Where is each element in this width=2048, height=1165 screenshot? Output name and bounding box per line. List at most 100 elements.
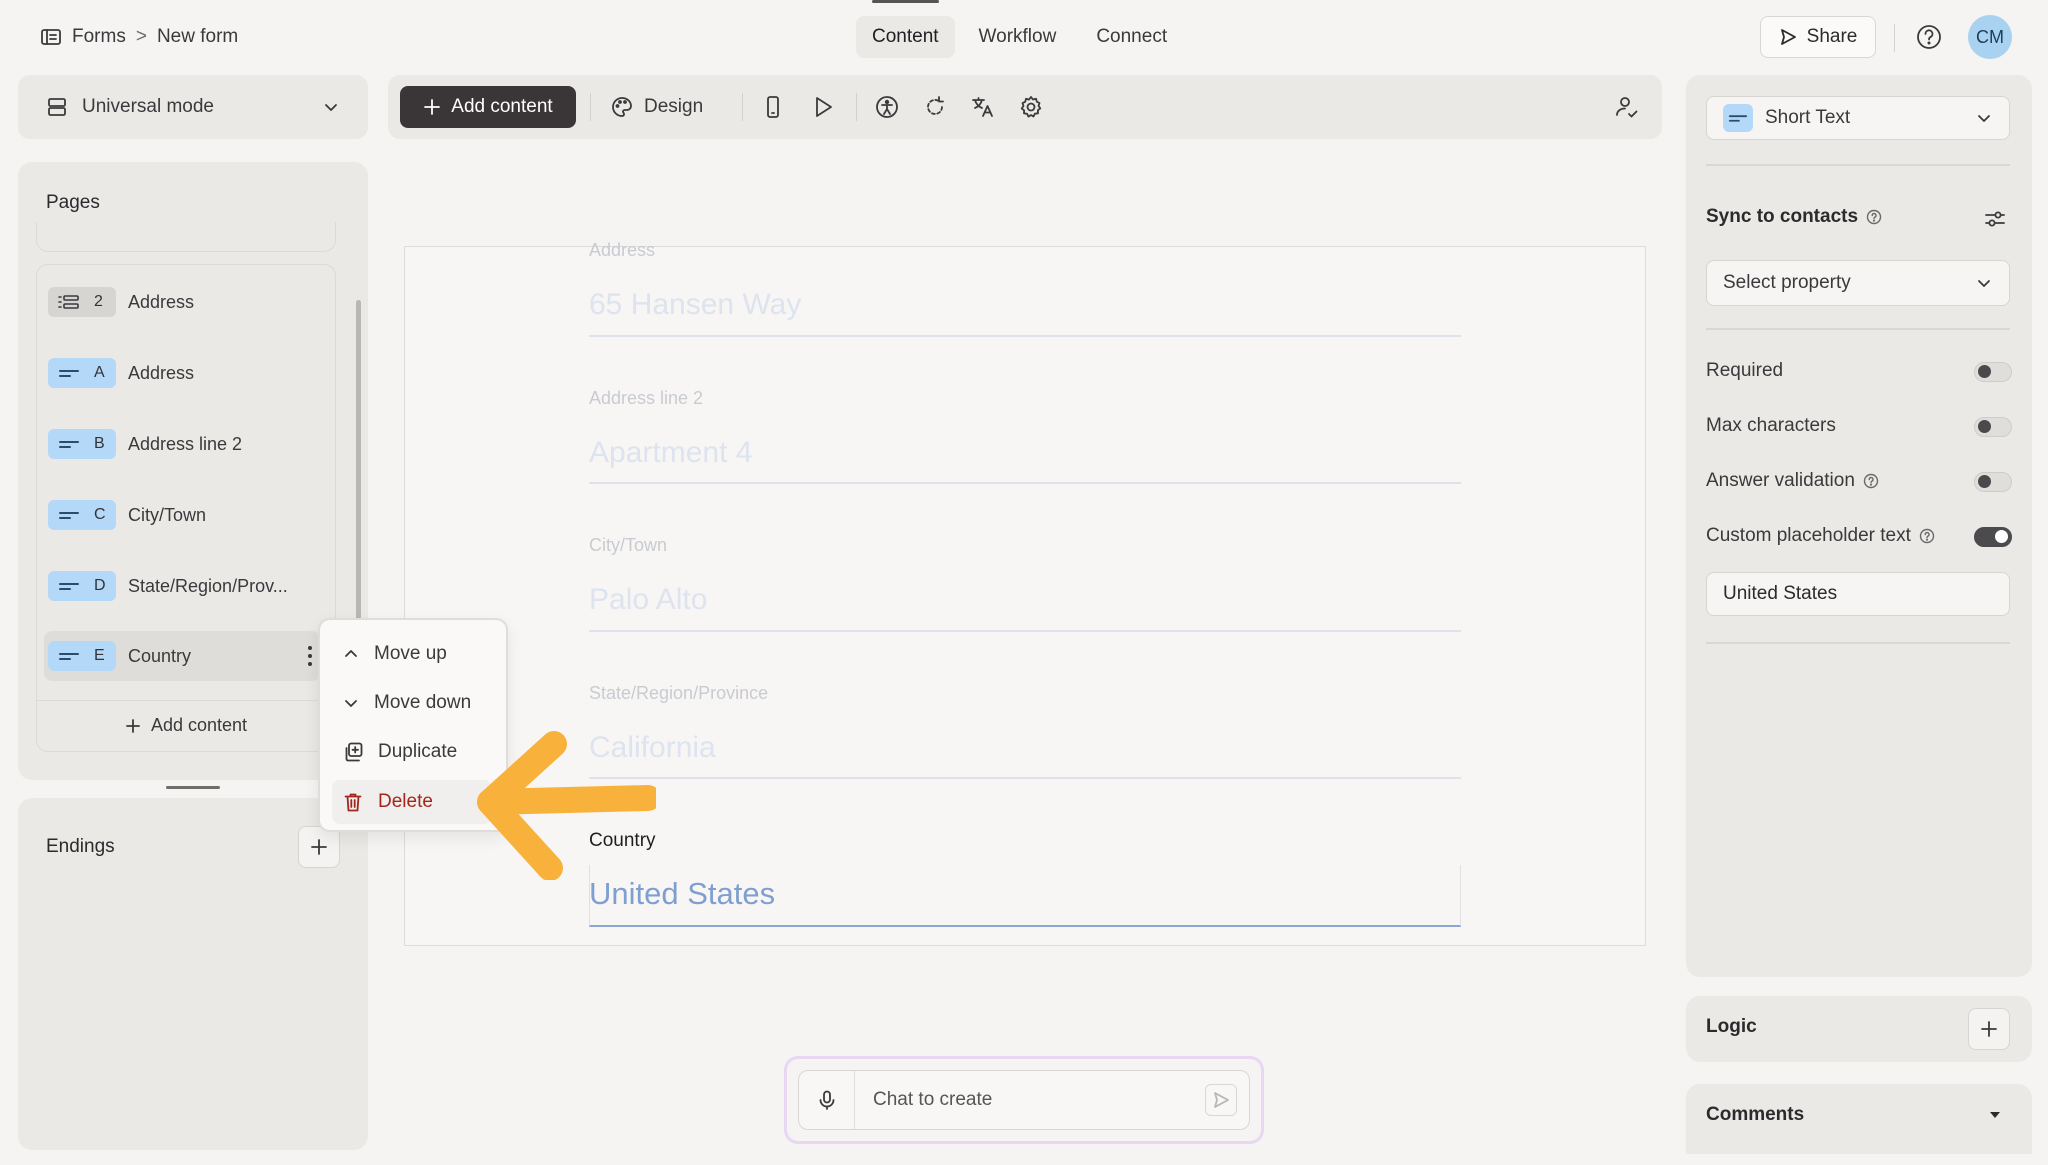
answer-validation-toggle[interactable] bbox=[1974, 472, 2012, 492]
toolbar-divider bbox=[590, 93, 591, 121]
list-item[interactable]: C City/Town bbox=[44, 490, 320, 540]
field-underline bbox=[589, 630, 1461, 632]
required-toggle[interactable] bbox=[1974, 362, 2012, 382]
short-text-badge: B bbox=[48, 429, 116, 459]
list-item[interactable]: D State/Region/Prov... bbox=[44, 561, 320, 611]
field-underline bbox=[589, 482, 1461, 484]
question-type-select[interactable]: Short Text bbox=[1706, 96, 2010, 140]
design-button[interactable]: Design bbox=[610, 86, 703, 128]
item-badge-letter: C bbox=[94, 506, 106, 523]
translate-icon[interactable] bbox=[970, 94, 996, 120]
more-options-icon[interactable] bbox=[308, 646, 314, 666]
tab-workflow[interactable]: Workflow bbox=[963, 16, 1073, 58]
field-label: City/Town bbox=[589, 535, 668, 555]
item-badge-letter: 2 bbox=[94, 293, 103, 310]
help-icon[interactable] bbox=[1863, 473, 1879, 489]
option-required: Required bbox=[1706, 360, 1783, 382]
group-icon bbox=[58, 295, 79, 309]
tab-content[interactable]: Content bbox=[856, 0, 955, 58]
select-property-label: Select property bbox=[1723, 272, 1851, 293]
help-icon[interactable] bbox=[1914, 22, 1944, 52]
placeholder-text-input[interactable] bbox=[1706, 572, 2010, 616]
header-divider bbox=[1894, 24, 1895, 52]
short-text-icon bbox=[1723, 104, 1753, 132]
field-placeholder[interactable]: 65 Hansen Way bbox=[589, 288, 801, 322]
share-label: Share bbox=[1806, 26, 1858, 47]
chevron-down-icon bbox=[345, 700, 357, 707]
option-answer-validation: Answer validation bbox=[1706, 470, 1879, 492]
menu-item-label: Move up bbox=[374, 643, 447, 664]
field-underline bbox=[589, 335, 1461, 337]
custom-placeholder-toggle[interactable] bbox=[1974, 527, 2012, 547]
short-text-icon bbox=[59, 583, 79, 590]
duplicate-icon bbox=[345, 742, 363, 762]
list-item-selected[interactable]: E Country bbox=[44, 631, 320, 681]
add-content-link[interactable]: Add content bbox=[36, 700, 336, 750]
field-label: State/Region/Province bbox=[589, 683, 769, 703]
item-label: Country bbox=[128, 645, 192, 666]
panel-resize-handle[interactable] bbox=[166, 786, 220, 789]
tab-connect[interactable]: Connect bbox=[1080, 16, 1183, 58]
divider bbox=[1706, 328, 2010, 330]
mobile-preview-icon[interactable] bbox=[760, 94, 786, 120]
country-placeholder[interactable]: United States bbox=[589, 876, 775, 912]
menu-item-label: Delete bbox=[378, 791, 433, 812]
max-characters-toggle[interactable] bbox=[1974, 417, 2012, 437]
user-access-icon[interactable] bbox=[1614, 94, 1640, 120]
chat-input[interactable] bbox=[855, 1071, 1205, 1129]
item-badge-letter: D bbox=[94, 577, 106, 594]
send-icon bbox=[1780, 29, 1796, 45]
short-text-icon bbox=[59, 512, 79, 519]
list-item[interactable]: 2 Address bbox=[44, 277, 320, 327]
add-logic-button[interactable] bbox=[1968, 1008, 2010, 1050]
avatar[interactable]: CM bbox=[1968, 15, 2012, 59]
microphone-icon[interactable] bbox=[799, 1071, 855, 1129]
settings-gear-icon[interactable] bbox=[1018, 94, 1044, 120]
forms-icon bbox=[41, 29, 61, 45]
divider bbox=[1706, 164, 2010, 166]
list-item[interactable]: A Address bbox=[44, 348, 320, 398]
help-icon[interactable] bbox=[1866, 209, 1882, 225]
field-label: Address line 2 bbox=[589, 388, 704, 408]
play-icon[interactable] bbox=[810, 94, 836, 120]
menu-item-move-up[interactable]: Move up bbox=[332, 632, 492, 676]
pages-scrollbar[interactable] bbox=[356, 300, 361, 630]
chevron-up-icon bbox=[345, 650, 357, 657]
top-tabs: Content Workflow Connect bbox=[856, 0, 1183, 58]
item-label: State/Region/Prov... bbox=[128, 575, 288, 596]
sync-settings-icon[interactable] bbox=[1982, 206, 2008, 232]
layout-icon bbox=[48, 98, 66, 116]
previous-page-card bbox=[36, 222, 336, 252]
design-label: Design bbox=[644, 96, 704, 117]
field-label: Address bbox=[589, 240, 656, 260]
help-icon[interactable] bbox=[1919, 528, 1935, 544]
pages-title: Pages bbox=[46, 192, 100, 213]
field-placeholder[interactable]: Apartment 4 bbox=[589, 436, 752, 470]
short-text-badge: C bbox=[48, 500, 116, 530]
list-item[interactable]: B Address line 2 bbox=[44, 419, 320, 469]
short-text-badge: D bbox=[48, 571, 116, 601]
breadcrumb-forms-link[interactable]: Forms bbox=[72, 26, 126, 48]
trash-icon bbox=[344, 793, 362, 812]
share-button[interactable]: Share bbox=[1760, 16, 1876, 58]
mode-selector[interactable]: Universal mode bbox=[18, 75, 368, 139]
field-underline bbox=[589, 777, 1461, 779]
select-property-dropdown[interactable]: Select property bbox=[1706, 260, 2010, 306]
add-ending-button[interactable] bbox=[298, 826, 340, 868]
chevron-down-icon bbox=[325, 104, 337, 111]
add-content-label: Add content bbox=[150, 715, 248, 735]
breadcrumb-current: New form bbox=[156, 26, 239, 47]
option-label: Required bbox=[1706, 360, 1784, 381]
refresh-icon[interactable] bbox=[922, 94, 948, 120]
accessibility-icon[interactable] bbox=[874, 94, 900, 120]
group-badge: 2 bbox=[48, 287, 116, 317]
caret-down-icon[interactable] bbox=[1988, 1108, 2002, 1122]
annotation-arrow-icon bbox=[477, 731, 656, 880]
chevron-down-icon bbox=[1978, 280, 1990, 287]
menu-item-move-down[interactable]: Move down bbox=[332, 681, 492, 725]
field-placeholder[interactable]: Palo Alto bbox=[589, 583, 707, 617]
short-text-icon bbox=[59, 370, 79, 377]
chat-bar bbox=[798, 1070, 1250, 1130]
add-content-button[interactable]: Add content bbox=[400, 86, 576, 128]
send-icon[interactable] bbox=[1205, 1084, 1237, 1116]
